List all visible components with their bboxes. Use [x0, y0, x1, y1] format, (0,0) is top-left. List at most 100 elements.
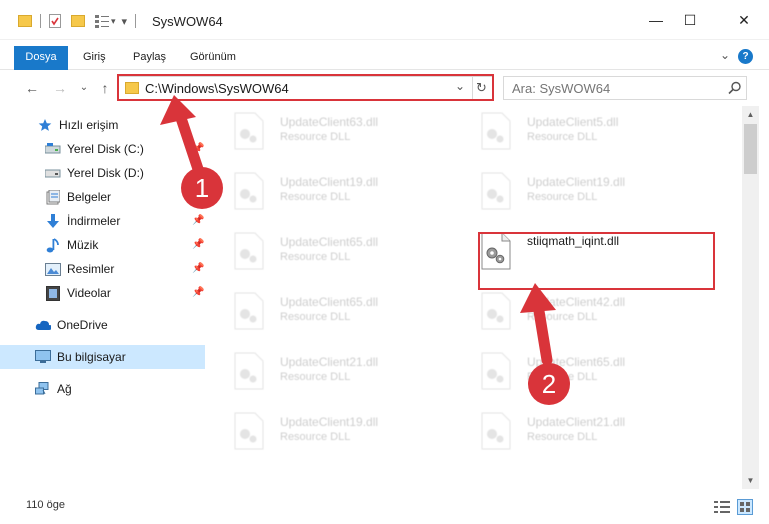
scroll-thumb[interactable]	[744, 124, 757, 174]
up-button[interactable]: ↑	[95, 78, 115, 98]
network-icon	[35, 381, 51, 397]
file-item[interactable]: UpdateClient5.dll Resource DLL	[453, 106, 693, 156]
sidebar-item-pictures[interactable]: Resimler	[0, 257, 205, 281]
file-list: UpdateClient63.dll Resource DLL UpdateCl…	[206, 106, 742, 489]
file-name: UpdateClient65.dll	[280, 235, 379, 249]
dll-file-icon	[234, 172, 264, 210]
separator	[135, 14, 137, 28]
file-item[interactable]: UpdateClient19.dll Resource DLL	[206, 166, 446, 216]
file-type: Resource DLL	[527, 131, 598, 143]
pin-icon: 📌	[192, 239, 205, 250]
tab-view[interactable]: Görünüm	[180, 46, 246, 70]
navigation-pane: Hızlı erişim Yerel Disk (C:) 📌 Yerel Dis…	[0, 106, 205, 489]
drive-icon	[45, 141, 61, 157]
sidebar-item-label: Müzik	[67, 238, 99, 252]
address-highlight	[117, 74, 494, 101]
maximize-button[interactable]: ☐	[667, 0, 713, 40]
dll-file-icon	[234, 112, 264, 150]
forward-button[interactable]: →	[50, 78, 70, 98]
star-icon	[37, 117, 53, 133]
file-type: Resource DLL	[280, 311, 351, 323]
file-item[interactable]: UpdateClient65.dll Resource DLL	[206, 226, 446, 276]
dll-file-icon	[481, 172, 511, 210]
search-icon[interactable]	[728, 81, 742, 95]
separator	[40, 14, 41, 28]
file-name: UpdateClient42.dll	[527, 295, 626, 309]
sidebar-item-local-disk-d[interactable]: Yerel Disk (D:)	[0, 161, 205, 185]
file-name: UpdateClient19.dll	[280, 175, 379, 189]
file-item[interactable]: UpdateClient19.dll Resource DLL	[453, 166, 693, 216]
sidebar-item-local-disk-c[interactable]: Yerel Disk (C:)	[0, 137, 205, 161]
scroll-down-icon[interactable]: ▼	[742, 472, 759, 489]
vertical-scrollbar[interactable]: ▲ ▼	[742, 106, 759, 489]
file-item[interactable]: UpdateClient21.dll Resource DLL	[206, 346, 446, 396]
properties-icon[interactable]	[49, 14, 61, 28]
drive-icon	[45, 165, 61, 181]
new-folder-icon[interactable]	[71, 15, 85, 27]
large-icons-view-icon[interactable]	[737, 499, 753, 515]
search-box[interactable]	[503, 76, 747, 100]
sidebar-item-network[interactable]: Ağ	[0, 377, 205, 401]
file-type: Resource DLL	[280, 431, 351, 443]
dll-file-icon	[234, 292, 264, 330]
pin-icon: 📌	[192, 143, 205, 154]
address-row: ← → ⌄ ↑ C:\Windows\SysWOW64 ⌄ ↻	[0, 70, 769, 106]
file-type: Resource DLL	[280, 191, 351, 203]
file-item[interactable]: UpdateClient42.dll Resource DLL	[453, 286, 693, 336]
ribbon-collapse-icon[interactable]: ⌄	[720, 48, 730, 62]
pin-icon: 📌	[192, 263, 205, 274]
help-icon[interactable]: ?	[738, 49, 753, 64]
file-name: UpdateClient21.dll	[527, 415, 626, 429]
sidebar-item-label: Yerel Disk (D:)	[67, 166, 144, 180]
sidebar-item-label: Ağ	[57, 382, 72, 396]
file-name: UpdateClient19.dll	[280, 415, 379, 429]
close-button[interactable]: ✕	[721, 0, 767, 40]
step-badge-2: 2	[528, 363, 570, 405]
sidebar-item-documents[interactable]: Belgeler	[0, 185, 205, 209]
file-name: UpdateClient63.dll	[280, 115, 379, 129]
quick-access-toolbar: ▾ ▾	[18, 12, 137, 30]
sidebar-item-videos[interactable]: Videolar	[0, 281, 205, 305]
file-item[interactable]: UpdateClient65.dll Resource DLL	[453, 346, 693, 396]
view-options-icon[interactable]	[95, 14, 109, 28]
pin-icon: 📌	[192, 287, 205, 298]
dll-file-icon	[234, 232, 264, 270]
file-item[interactable]: UpdateClient21.dll Resource DLL	[453, 406, 693, 456]
sidebar-item-music[interactable]: Müzik	[0, 233, 205, 257]
videos-icon	[45, 285, 61, 301]
file-name: UpdateClient5.dll	[527, 115, 619, 129]
sidebar-item-this-pc[interactable]: Bu bilgisayar	[0, 345, 205, 369]
documents-icon	[45, 189, 61, 205]
sidebar-item-downloads[interactable]: İndirmeler	[0, 209, 205, 233]
file-type: Resource DLL	[527, 311, 598, 323]
search-input[interactable]	[512, 80, 722, 96]
scroll-up-icon[interactable]: ▲	[742, 106, 759, 123]
details-view-icon[interactable]	[714, 500, 730, 514]
file-type: Resource DLL	[280, 251, 351, 263]
sidebar-item-label: Hızlı erişim	[59, 118, 119, 132]
sidebar-item-quick-access[interactable]: Hızlı erişim	[0, 113, 205, 137]
file-name: UpdateClient19.dll	[527, 175, 626, 189]
recent-locations-button[interactable]: ⌄	[74, 78, 94, 98]
cloud-icon	[35, 317, 51, 333]
file-item[interactable]: UpdateClient65.dll Resource DLL	[206, 286, 446, 336]
back-button[interactable]: ←	[22, 78, 42, 98]
dll-file-icon	[234, 412, 264, 450]
title-bar: ▾ ▾ SysWOW64 — ☐ ✕	[0, 0, 769, 40]
customize-toolbar-icon[interactable]: ▾	[122, 15, 128, 28]
tab-home[interactable]: Giriş	[73, 46, 116, 70]
file-item[interactable]: UpdateClient63.dll Resource DLL	[206, 106, 446, 156]
dll-file-icon	[481, 112, 511, 150]
chevron-down-icon[interactable]: ▾	[111, 16, 116, 27]
file-item[interactable]: UpdateClient19.dll Resource DLL	[206, 406, 446, 456]
step-badge-1: 1	[181, 167, 223, 209]
file-name: UpdateClient21.dll	[280, 355, 379, 369]
sidebar-item-label: Bu bilgisayar	[57, 350, 126, 364]
sidebar-item-label: Yerel Disk (C:)	[67, 142, 144, 156]
folder-icon[interactable]	[18, 15, 32, 27]
sidebar-item-onedrive[interactable]: OneDrive	[0, 313, 205, 337]
ribbon-tabs: Dosya Giriş Paylaş Görünüm ⌄ ?	[0, 40, 769, 96]
tab-share[interactable]: Paylaş	[123, 46, 176, 70]
file-type: Resource DLL	[527, 431, 598, 443]
target-file-highlight	[478, 232, 715, 290]
